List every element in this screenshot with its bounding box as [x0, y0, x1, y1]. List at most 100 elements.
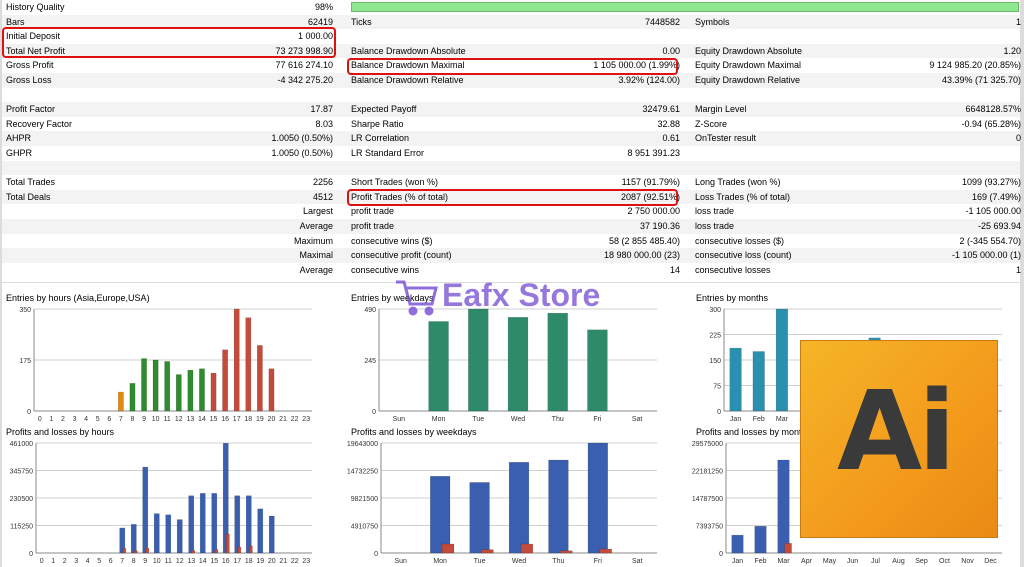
bar	[191, 550, 196, 554]
y-tick-label: 0	[29, 551, 33, 558]
x-tick-label: 8	[132, 558, 136, 565]
x-tick-label: 22	[291, 558, 299, 565]
x-tick-label: 3	[73, 416, 77, 423]
x-tick-label: 7	[120, 558, 124, 565]
stat-label: consecutive profit (count)	[351, 250, 452, 261]
bar	[754, 525, 767, 554]
x-tick-label: 14	[198, 416, 206, 423]
bar	[268, 515, 275, 554]
bar	[257, 508, 264, 554]
report-row-history-quality: History Quality 98%	[2, 0, 1020, 15]
stat-label	[347, 161, 551, 176]
bar	[188, 495, 195, 554]
stat-label: Gross Profit	[6, 60, 54, 71]
bar	[152, 359, 159, 412]
y-tick-label: 0	[27, 409, 31, 416]
stat-label: consecutive losses ($)	[695, 235, 785, 246]
x-tick-label: 11	[164, 416, 171, 423]
stat-value: 3.92% (124.00)	[618, 75, 680, 85]
bar	[428, 321, 449, 412]
y-tick-label: 0	[372, 409, 376, 416]
x-tick-label: Jan	[730, 416, 741, 423]
x-tick-label: 12	[175, 416, 183, 423]
x-tick-label: Wed	[511, 416, 525, 423]
x-tick-label: May	[823, 558, 837, 565]
stat-value	[891, 161, 1024, 176]
stat-value: 2 (-345 554.70)	[959, 235, 1021, 246]
stat-value: 32.88	[657, 118, 680, 129]
x-tick-label: 13	[187, 558, 195, 565]
stat-value	[891, 146, 1024, 161]
x-tick-label: Feb	[753, 416, 765, 423]
bar	[245, 317, 252, 412]
bar	[199, 493, 206, 554]
y-tick-label: 490	[364, 307, 376, 314]
stat-label	[691, 146, 895, 161]
stat-value: 0.00	[662, 45, 680, 56]
bar	[481, 549, 494, 554]
y-tick-label: 7393750	[696, 524, 723, 531]
stat-label: Long Trades (won %)	[695, 177, 781, 188]
bar	[548, 459, 569, 554]
report-table: History Quality 98% Bars 62419 Ticks 744858…	[2, 0, 1021, 282]
stat-value: 6648128.57%	[965, 104, 1021, 115]
y-tick-label: 0	[719, 551, 723, 558]
stat-label: Total Trades	[6, 177, 56, 188]
stat-value: 2256	[312, 177, 333, 188]
x-tick-label: Nov	[961, 558, 974, 565]
x-tick-label: 10	[153, 558, 161, 565]
bar	[468, 308, 489, 412]
x-tick-label: 23	[302, 416, 310, 423]
stat-label	[2, 88, 256, 103]
x-tick-label: 19	[256, 416, 264, 423]
x-tick-label: 18	[244, 416, 252, 423]
stat-label	[691, 88, 895, 103]
bar	[507, 317, 529, 412]
bar	[118, 391, 124, 412]
x-tick-label: 0	[40, 558, 44, 565]
x-tick-label: Fri	[593, 416, 602, 423]
x-tick-label: Jul	[871, 558, 880, 565]
bar	[222, 349, 228, 412]
stat-value: 9 124 985.20 (20.85%)	[929, 60, 1021, 71]
x-tick-label: 17	[233, 558, 241, 565]
stat-label: Short Trades (won %)	[351, 177, 439, 188]
bar	[599, 548, 612, 554]
x-tick-label: 11	[165, 558, 172, 565]
bar	[233, 308, 240, 412]
cart-icon	[396, 280, 438, 316]
bar	[134, 550, 138, 554]
x-tick-label: 2	[63, 558, 67, 565]
report-row: Average profit trade 37 190.36 loss trade -2…	[2, 219, 1021, 234]
x-tick-label: Jan	[732, 558, 743, 565]
x-tick-label: Sat	[632, 416, 643, 423]
bar	[430, 476, 451, 554]
bar	[129, 383, 136, 412]
x-tick-label: Thu	[552, 416, 564, 423]
stat-value	[252, 234, 339, 249]
chart-svg: 01753500 1 2 3 4 5 6 7 8 9 10 11 12 13 14 15 16 17 18 19 20 2…	[19, 307, 312, 423]
stat-value	[252, 219, 339, 234]
stat-value: 0.61	[662, 133, 680, 144]
y-tick-label: 300	[709, 307, 721, 314]
bar	[729, 347, 742, 412]
y-tick-label: 4910750	[351, 524, 378, 531]
bar	[775, 308, 788, 412]
bar	[245, 495, 252, 554]
highlight-balance-drawdown	[347, 58, 678, 75]
x-tick-label: 8	[131, 416, 135, 423]
chart-entries-hours: Entries by hours (Asia,Europe,USA) 0 175 35…	[2, 293, 318, 425]
x-tick-label: Mar	[776, 416, 789, 423]
report-row: Gross Loss -4 342 275.20 Balance Drawdown …	[2, 73, 1021, 88]
bar	[164, 361, 171, 412]
stat-label: loss trade	[695, 221, 735, 231]
stat-label: Equity Drawdown Relative	[695, 75, 801, 85]
stat-value	[252, 248, 339, 263]
stat-value: -25 693.94	[977, 221, 1021, 231]
y-tick-label: 230500	[10, 496, 33, 503]
stat-label: consecutive loss (count)	[695, 250, 792, 261]
stat-label: Ticks	[351, 16, 372, 27]
x-tick-label: 7	[119, 416, 123, 423]
stat-value	[547, 161, 686, 176]
report-row	[2, 88, 1020, 103]
